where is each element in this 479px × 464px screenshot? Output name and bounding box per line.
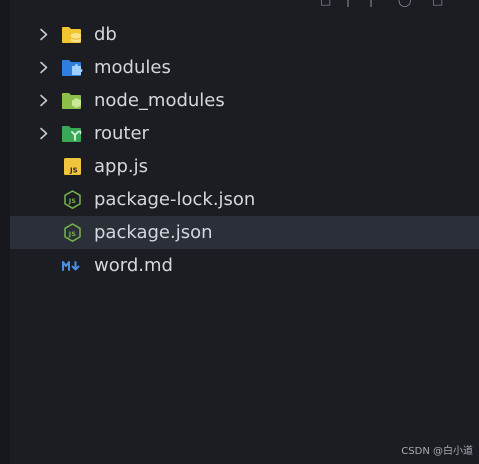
tree-item-label: node_modules [94, 90, 225, 111]
toolbar-icon-3[interactable]: | [369, 0, 373, 6]
javascript-file-icon: JS [64, 158, 81, 175]
file-explorer-tree: db modules node_modules router JS app.js… [10, 18, 479, 282]
tree-item-label: router [94, 123, 149, 144]
refresh-icon[interactable]: ◯ [398, 0, 411, 6]
tree-item-package-json[interactable]: JS package.json [10, 216, 479, 249]
tree-item-label: package.json [94, 222, 213, 243]
left-edge-strip [0, 0, 10, 464]
svg-text:JS: JS [69, 167, 78, 175]
modules-folder-icon [62, 60, 83, 76]
explorer-toolbar: □ | | ◯ □ [0, 0, 479, 7]
chevron-right-icon[interactable] [37, 94, 50, 107]
tree-item-modules[interactable]: modules [10, 51, 479, 84]
tree-item-package-lock-json[interactable]: JS package-lock.json [10, 183, 479, 216]
tree-item-label: app.js [94, 156, 148, 177]
chevron-right-icon[interactable] [37, 127, 50, 140]
nodejs-file-icon: JS [64, 223, 81, 242]
svg-text:JS: JS [68, 197, 76, 205]
watermark-text: CSDN @白小道 [401, 446, 473, 457]
tree-item-router[interactable]: router [10, 117, 479, 150]
chevron-right-icon[interactable] [37, 61, 50, 74]
tree-item-word-md[interactable]: word.md [10, 249, 479, 282]
tree-item-label: word.md [94, 255, 173, 276]
router-folder-icon [62, 126, 82, 142]
svg-text:JS: JS [68, 230, 76, 238]
chevron-right-icon[interactable] [37, 28, 50, 41]
tree-item-app-js[interactable]: JS app.js [10, 150, 479, 183]
tree-item-node-modules[interactable]: node_modules [10, 84, 479, 117]
tree-item-label: package-lock.json [94, 189, 256, 210]
toolbar-icon-1[interactable]: □ [320, 0, 331, 6]
node-modules-folder-icon [62, 93, 81, 109]
tree-item-label: modules [94, 57, 171, 78]
db-folder-icon [62, 27, 82, 43]
collapse-all-icon[interactable]: □ [432, 0, 443, 6]
toolbar-icon-2[interactable]: | [346, 0, 350, 6]
nodejs-file-icon: JS [64, 190, 81, 209]
tree-item-label: db [94, 24, 117, 45]
markdown-file-icon [62, 261, 80, 271]
tree-item-db[interactable]: db [10, 18, 479, 51]
